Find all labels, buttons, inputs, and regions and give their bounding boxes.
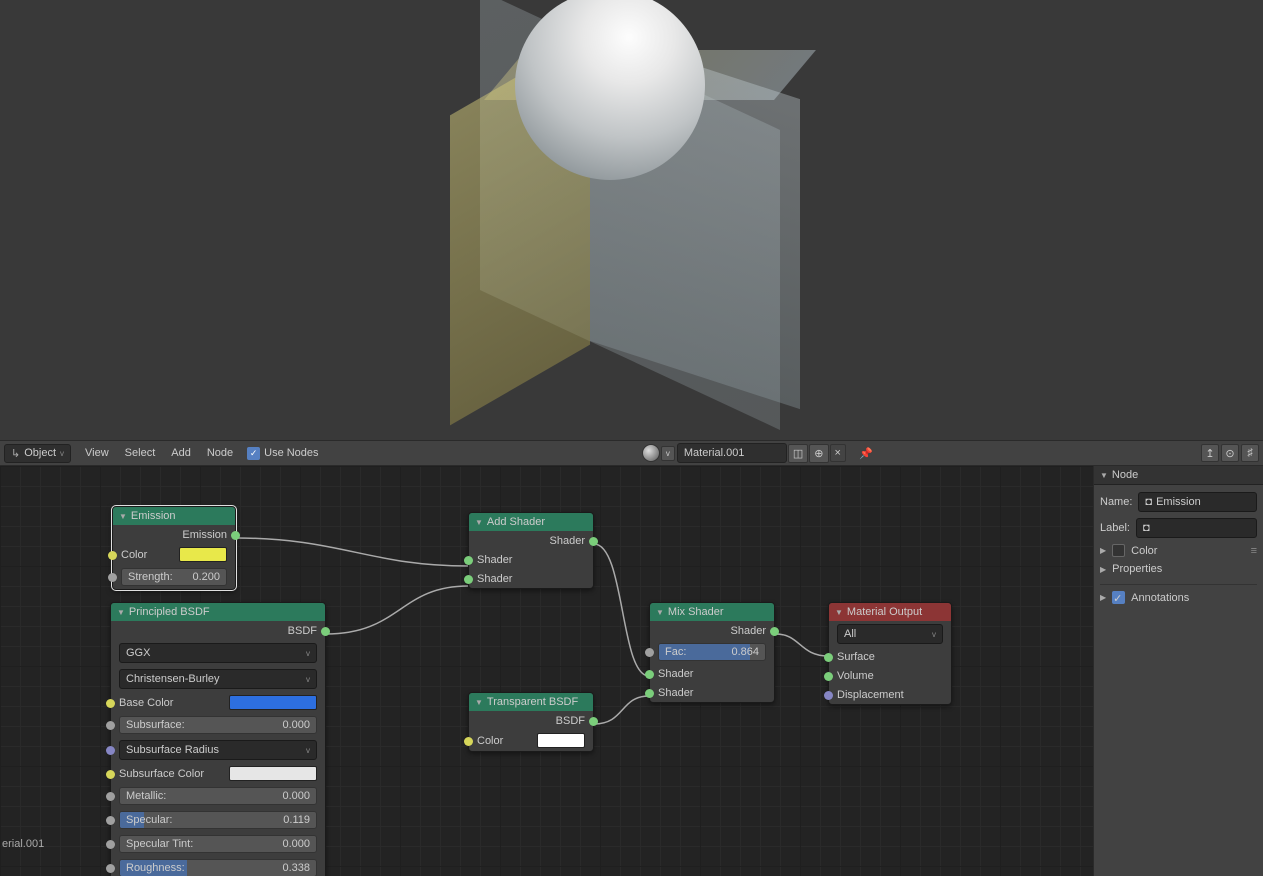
spec-tint-field[interactable]: Specular Tint:0.000 — [119, 835, 317, 853]
material-browse-button[interactable]: v — [661, 446, 675, 461]
label-label: Label: — [1100, 522, 1130, 534]
node-material-output[interactable]: ▼Material Output All Surface Volume Disp… — [828, 602, 952, 705]
node-add-shader[interactable]: ▼Add Shader Shader Shader Shader — [468, 512, 594, 589]
menu-view[interactable]: View — [77, 443, 117, 463]
emission-strength-field[interactable]: Strength:0.200 — [121, 568, 227, 586]
node-name-input[interactable]: ◘Emission — [1138, 492, 1257, 512]
editor-mode-select[interactable]: ↳ Object v — [4, 444, 71, 463]
annotations-section-toggle[interactable]: ▶✓Annotations — [1100, 584, 1257, 607]
specular-field[interactable]: Specular:0.119 — [119, 811, 317, 829]
use-nodes-label: Use Nodes — [264, 447, 318, 459]
material-users-button[interactable]: ◫ — [788, 444, 808, 463]
parent-node-button[interactable]: ↥ — [1201, 444, 1219, 462]
color-enable-checkbox[interactable] — [1112, 544, 1125, 557]
subsurface-field[interactable]: Subsurface:0.000 — [119, 716, 317, 734]
roughness-field[interactable]: Roughness:0.338 — [119, 859, 317, 876]
menu-select[interactable]: Select — [117, 443, 164, 463]
use-nodes-checkbox[interactable]: ✓ — [247, 447, 260, 460]
pin-button[interactable]: 📌 — [855, 445, 877, 462]
node-icon: ◘ — [1145, 496, 1152, 508]
overlay-button[interactable]: ♯ — [1241, 444, 1259, 462]
subsurf-color-swatch[interactable] — [229, 766, 317, 781]
snap-button[interactable]: ⊙ — [1221, 444, 1239, 462]
node-editor[interactable]: ▼Emission Emission Color Strength:0.200 … — [0, 466, 1093, 876]
shading-type-button[interactable] — [642, 444, 660, 462]
output-target-select[interactable]: All — [837, 624, 943, 644]
name-label: Name: — [1100, 496, 1132, 508]
node-principled-bsdf[interactable]: ▼Principled BSDF BSDF GGX Christensen-Bu… — [110, 602, 326, 876]
sidebar-panel-header[interactable]: ▼Node — [1094, 466, 1263, 485]
distribution-select[interactable]: GGX — [119, 643, 317, 663]
material-unlink-button[interactable]: × — [830, 444, 846, 462]
material-name-field[interactable]: Material.001 — [677, 443, 787, 463]
node-mix-shader[interactable]: ▼Mix Shader Shader Fac:0.864 Shader Shad… — [649, 602, 775, 703]
node-emission[interactable]: ▼Emission Emission Color Strength:0.200 — [112, 506, 236, 590]
menu-node[interactable]: Node — [199, 443, 241, 463]
subsurf-radius-field[interactable]: Subsurface Radius — [119, 740, 317, 760]
label-icon: ◘ — [1143, 522, 1150, 534]
emission-color-swatch[interactable] — [179, 547, 227, 562]
node-editor-header: ↳ Object v View Select Add Node ✓ Use No… — [0, 440, 1263, 466]
node-transparent-bsdf[interactable]: ▼Transparent BSDF BSDF Color — [468, 692, 594, 752]
subsurf-method-select[interactable]: Christensen-Burley — [119, 669, 317, 689]
annotations-enable-checkbox[interactable]: ✓ — [1112, 591, 1125, 604]
transparent-color-swatch[interactable] — [537, 733, 585, 748]
menu-add[interactable]: Add — [163, 443, 199, 463]
base-color-swatch[interactable] — [229, 695, 317, 710]
color-section-toggle[interactable]: ▶Color ≡ — [1100, 541, 1257, 560]
properties-section-toggle[interactable]: ▶Properties — [1100, 560, 1257, 578]
node-sidebar: ▼Node Name: ◘Emission Label: ◘ ▶Color ≡ … — [1093, 466, 1263, 876]
node-label-input[interactable]: ◘ — [1136, 518, 1257, 538]
active-material-label: erial.001 — [0, 836, 46, 852]
metallic-field[interactable]: Metallic:0.000 — [119, 787, 317, 805]
viewport-3d[interactable] — [0, 0, 1263, 440]
material-new-button[interactable]: ⊕ — [809, 444, 828, 463]
mix-fac-field[interactable]: Fac:0.864 — [658, 643, 766, 661]
list-icon: ≡ — [1251, 545, 1257, 557]
